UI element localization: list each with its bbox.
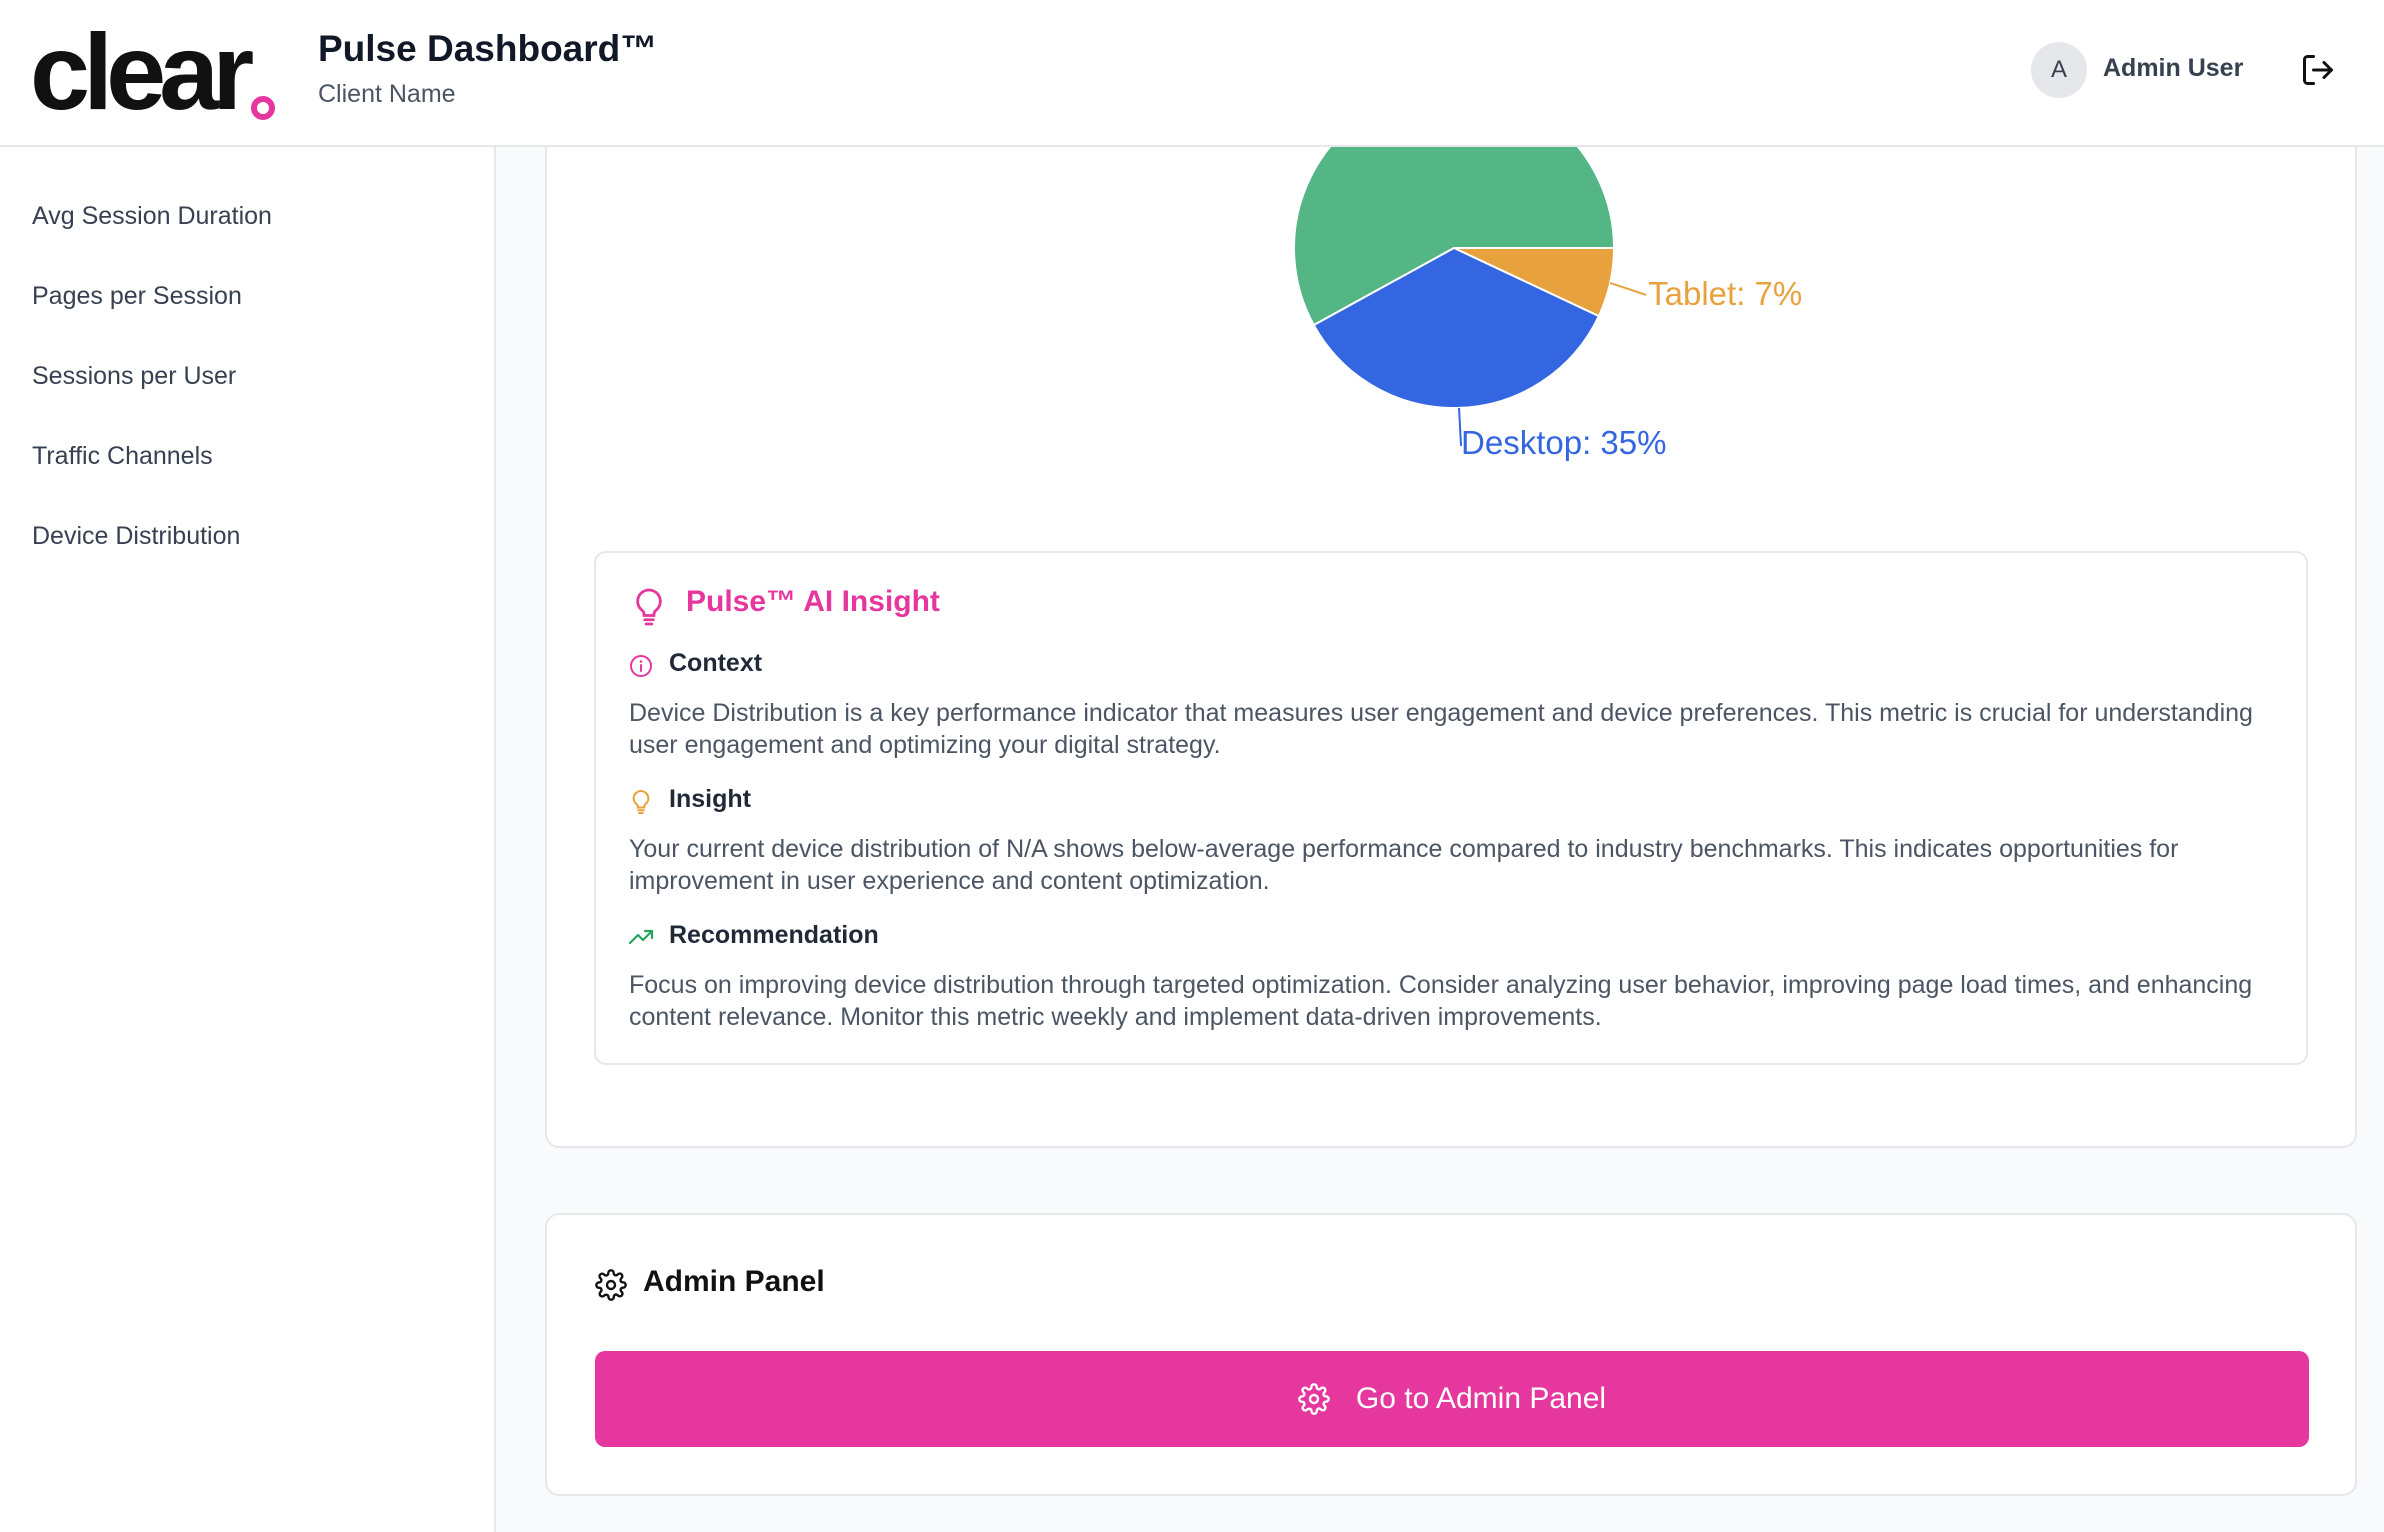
- info-icon: [630, 655, 652, 677]
- user-name[interactable]: Admin User: [2103, 54, 2243, 83]
- pie-label-line-tablet: [1609, 281, 1647, 296]
- go-to-admin-panel-button[interactable]: Go to Admin Panel: [595, 1351, 2309, 1447]
- device-distribution-pie-chart: Tablet: 7% Desktop: 35%: [1293, 122, 1802, 461]
- lightbulb-icon: [636, 588, 662, 626]
- clear-logo: clear: [30, 18, 276, 126]
- dashboard-title: Pulse Dashboard™: [318, 28, 658, 69]
- context-heading: Context: [669, 649, 763, 677]
- ai-insight-panel: Pulse™ AI Insight Context Device Distrib…: [594, 551, 2308, 1065]
- admin-button-label: Go to Admin Panel: [1355, 1382, 1607, 1415]
- sidebar-item-sessions-per-user[interactable]: Sessions per User: [32, 362, 236, 391]
- lightbulb-icon: [632, 789, 650, 815]
- trending-up-icon: [628, 929, 654, 945]
- recommendation-heading: Recommendation: [669, 921, 879, 949]
- admin-panel-card: Admin Panel Go to Admin Panel: [545, 1213, 2357, 1496]
- insight-text: Your current device distribution of N/A …: [629, 835, 2179, 895]
- avatar[interactable]: A: [2031, 42, 2087, 98]
- logo-dot: [251, 96, 276, 120]
- top-header: clear Pulse Dashboard™ Client Name A Adm…: [0, 0, 2384, 147]
- recommendation-text: Focus on improving device distribution t…: [629, 971, 2253, 1031]
- sidebar-item-pages-per-session[interactable]: Pages per Session: [32, 282, 242, 311]
- gear-icon: [595, 1269, 627, 1301]
- insight-title: Pulse™ AI Insight: [686, 585, 940, 618]
- sidebar: Avg Session Duration Pages per Session S…: [0, 147, 496, 1532]
- logout-icon[interactable]: [2300, 52, 2336, 88]
- gear-icon: [1298, 1383, 1330, 1415]
- sidebar-item-traffic-channels[interactable]: Traffic Channels: [32, 442, 213, 471]
- pie-label-desktop: Desktop: 35%: [1461, 424, 1666, 461]
- pie-label-tablet: Tablet: 7%: [1648, 275, 1802, 312]
- insight-heading: Insight: [669, 785, 751, 813]
- sidebar-item-avg-session-duration[interactable]: Avg Session Duration: [32, 202, 272, 231]
- admin-panel-title: Admin Panel: [643, 1265, 825, 1298]
- client-name: Client Name: [318, 80, 456, 108]
- sidebar-item-device-distribution[interactable]: Device Distribution: [32, 522, 240, 551]
- context-text: Device Distribution is a key performance…: [629, 699, 2253, 759]
